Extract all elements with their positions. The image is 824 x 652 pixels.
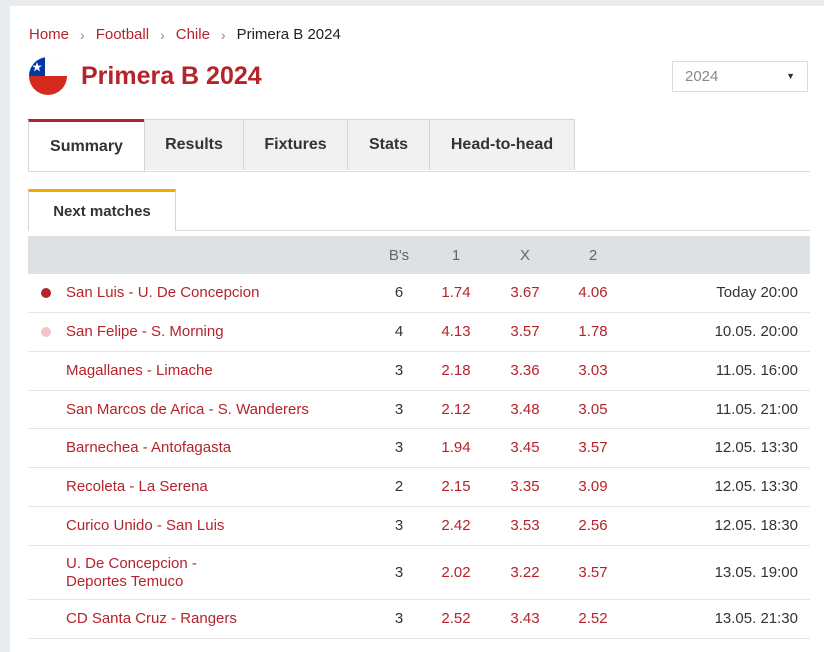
odds-draw[interactable]: 3.67: [500, 284, 550, 301]
bookmaker-count: 2: [394, 478, 404, 495]
breadcrumb-football[interactable]: Football: [96, 26, 149, 43]
live-indicator-icon: [41, 288, 51, 298]
bookmaker-count: 6: [394, 284, 404, 301]
match-time: 11.05. 16:00: [715, 362, 798, 379]
odds-home[interactable]: 2.18: [431, 362, 481, 379]
breadcrumb-chile[interactable]: Chile: [176, 26, 210, 43]
odds-draw[interactable]: 3.48: [500, 401, 550, 418]
match-teams-link[interactable]: Barnechea - Antofagasta: [66, 439, 231, 457]
bookmaker-count: 3: [394, 362, 404, 379]
table-row[interactable]: San Luis - U. De Concepcion 6 1.74 3.67 4.06…: [28, 274, 810, 313]
page-title: Primera B 2024: [81, 62, 262, 90]
odds-draw[interactable]: 3.45: [500, 439, 550, 456]
breadcrumb: Home › Football › Chile › Primera B 2024: [29, 26, 341, 43]
odds-home[interactable]: 2.42: [431, 517, 481, 534]
match-teams-link[interactable]: U. De Concepcion - Deportes Temuco: [66, 555, 197, 591]
bookmaker-count: 3: [394, 401, 404, 418]
subtab-bar: Next matches: [28, 189, 810, 231]
chevron-right-icon: ›: [220, 26, 226, 43]
odds-home[interactable]: 2.15: [431, 478, 481, 495]
caret-down-icon: ▼: [786, 71, 795, 81]
tab-stats[interactable]: Stats: [347, 119, 430, 170]
odds-away[interactable]: 3.09: [568, 478, 618, 495]
table-header: B's 1 X 2: [28, 236, 810, 274]
table-row[interactable]: CD Santa Cruz - Rangers 3 2.52 3.43 2.52 13.0…: [28, 600, 810, 639]
match-time: 12.05. 18:30: [714, 517, 798, 534]
season-select-value: 2024: [685, 68, 719, 85]
match-teams-link[interactable]: Recoleta - La Serena: [66, 478, 208, 496]
tab-bar: Summary Results Fixtures Stats Head-to-h…: [28, 119, 810, 172]
odds-away[interactable]: 1.78: [568, 323, 618, 340]
match-time: 10.05. 20:00: [714, 323, 798, 340]
breadcrumb-current: Primera B 2024: [236, 26, 341, 43]
header-odds-x: X: [519, 247, 530, 264]
odds-away[interactable]: 3.57: [568, 564, 618, 581]
chile-flag-icon: [29, 57, 67, 95]
table-row[interactable]: Recoleta - La Serena 2 2.15 3.35 3.09 12.05. …: [28, 468, 810, 507]
bookmaker-count: 3: [394, 564, 404, 581]
odds-away[interactable]: 2.56: [568, 517, 618, 534]
breadcrumb-home[interactable]: Home: [29, 26, 69, 43]
match-time: 13.05. 21:30: [714, 610, 798, 627]
odds-draw[interactable]: 3.35: [500, 478, 550, 495]
header-odds-1: 1: [451, 247, 461, 264]
odds-home[interactable]: 4.13: [431, 323, 481, 340]
odds-draw[interactable]: 3.53: [500, 517, 550, 534]
header-bookmakers: B's: [388, 247, 410, 264]
bookmaker-count: 4: [394, 323, 404, 340]
odds-away[interactable]: 3.03: [568, 362, 618, 379]
match-teams-link[interactable]: San Luis - U. De Concepcion: [66, 284, 259, 302]
match-time: 12.05. 13:30: [714, 439, 798, 456]
upcoming-indicator-icon: [41, 327, 51, 337]
match-time: 13.05. 19:00: [714, 564, 798, 581]
odds-draw[interactable]: 3.57: [500, 323, 550, 340]
table-row[interactable]: San Felipe - S. Morning 4 4.13 3.57 1.78 10.0…: [28, 313, 810, 352]
table-row[interactable]: Barnechea - Antofagasta 3 1.94 3.45 3.57 12.0…: [28, 429, 810, 468]
match-teams-link[interactable]: Magallanes - Limache: [66, 362, 213, 380]
match-teams-link[interactable]: San Felipe - S. Morning: [66, 323, 224, 341]
odds-away[interactable]: 3.57: [568, 439, 618, 456]
odds-away[interactable]: 4.06: [568, 284, 618, 301]
bookmaker-count: 3: [394, 517, 404, 534]
tab-summary[interactable]: Summary: [28, 119, 145, 171]
table-row[interactable]: San Marcos de Arica - S. Wanderers 3 2.12 3…: [28, 391, 810, 429]
tab-head-to-head[interactable]: Head-to-head: [429, 119, 575, 170]
odds-away[interactable]: 3.05: [568, 401, 618, 418]
bookmaker-count: 3: [394, 439, 404, 456]
match-time: Today 20:00: [716, 284, 798, 301]
odds-draw[interactable]: 3.22: [500, 564, 550, 581]
odds-home[interactable]: 2.12: [431, 401, 481, 418]
match-teams-link[interactable]: San Marcos de Arica - S. Wanderers: [66, 401, 309, 419]
table-row[interactable]: Curico Unido - San Luis 3 2.42 3.53 2.56 12.0…: [28, 507, 810, 546]
odds-home[interactable]: 2.52: [431, 610, 481, 627]
odds-draw[interactable]: 3.43: [500, 610, 550, 627]
match-teams-link[interactable]: CD Santa Cruz - Rangers: [66, 610, 237, 628]
page: Home › Football › Chile › Primera B 2024…: [10, 6, 824, 652]
tab-fixtures[interactable]: Fixtures: [243, 119, 348, 170]
match-time: 11.05. 21:00: [715, 401, 798, 418]
bookmaker-count: 3: [394, 610, 404, 627]
chevron-right-icon: ›: [80, 26, 85, 43]
odds-draw[interactable]: 3.36: [500, 362, 550, 379]
odds-home[interactable]: 1.74: [431, 284, 481, 301]
header-odds-2: 2: [588, 247, 598, 264]
subtab-next-matches[interactable]: Next matches: [28, 189, 176, 231]
odds-home[interactable]: 2.02: [431, 564, 481, 581]
odds-away[interactable]: 2.52: [568, 610, 618, 627]
tab-results[interactable]: Results: [144, 119, 244, 170]
table-row[interactable]: Magallanes - Limache 3 2.18 3.36 3.03 11.05. …: [28, 352, 810, 391]
table-row[interactable]: U. De Concepcion - Deportes Temuco 3 2.02 3…: [28, 546, 810, 600]
match-time: 12.05. 13:30: [714, 478, 798, 495]
matches-table: B's 1 X 2 San Luis - U. De Concepcion 6 1.…: [28, 236, 810, 639]
chevron-right-icon: ›: [160, 26, 165, 43]
odds-home[interactable]: 1.94: [431, 439, 481, 456]
table-body: San Luis - U. De Concepcion 6 1.74 3.67 4.06…: [28, 274, 810, 639]
match-teams-link[interactable]: Curico Unido - San Luis: [66, 517, 224, 535]
season-select[interactable]: 2024 ▼: [672, 61, 808, 92]
